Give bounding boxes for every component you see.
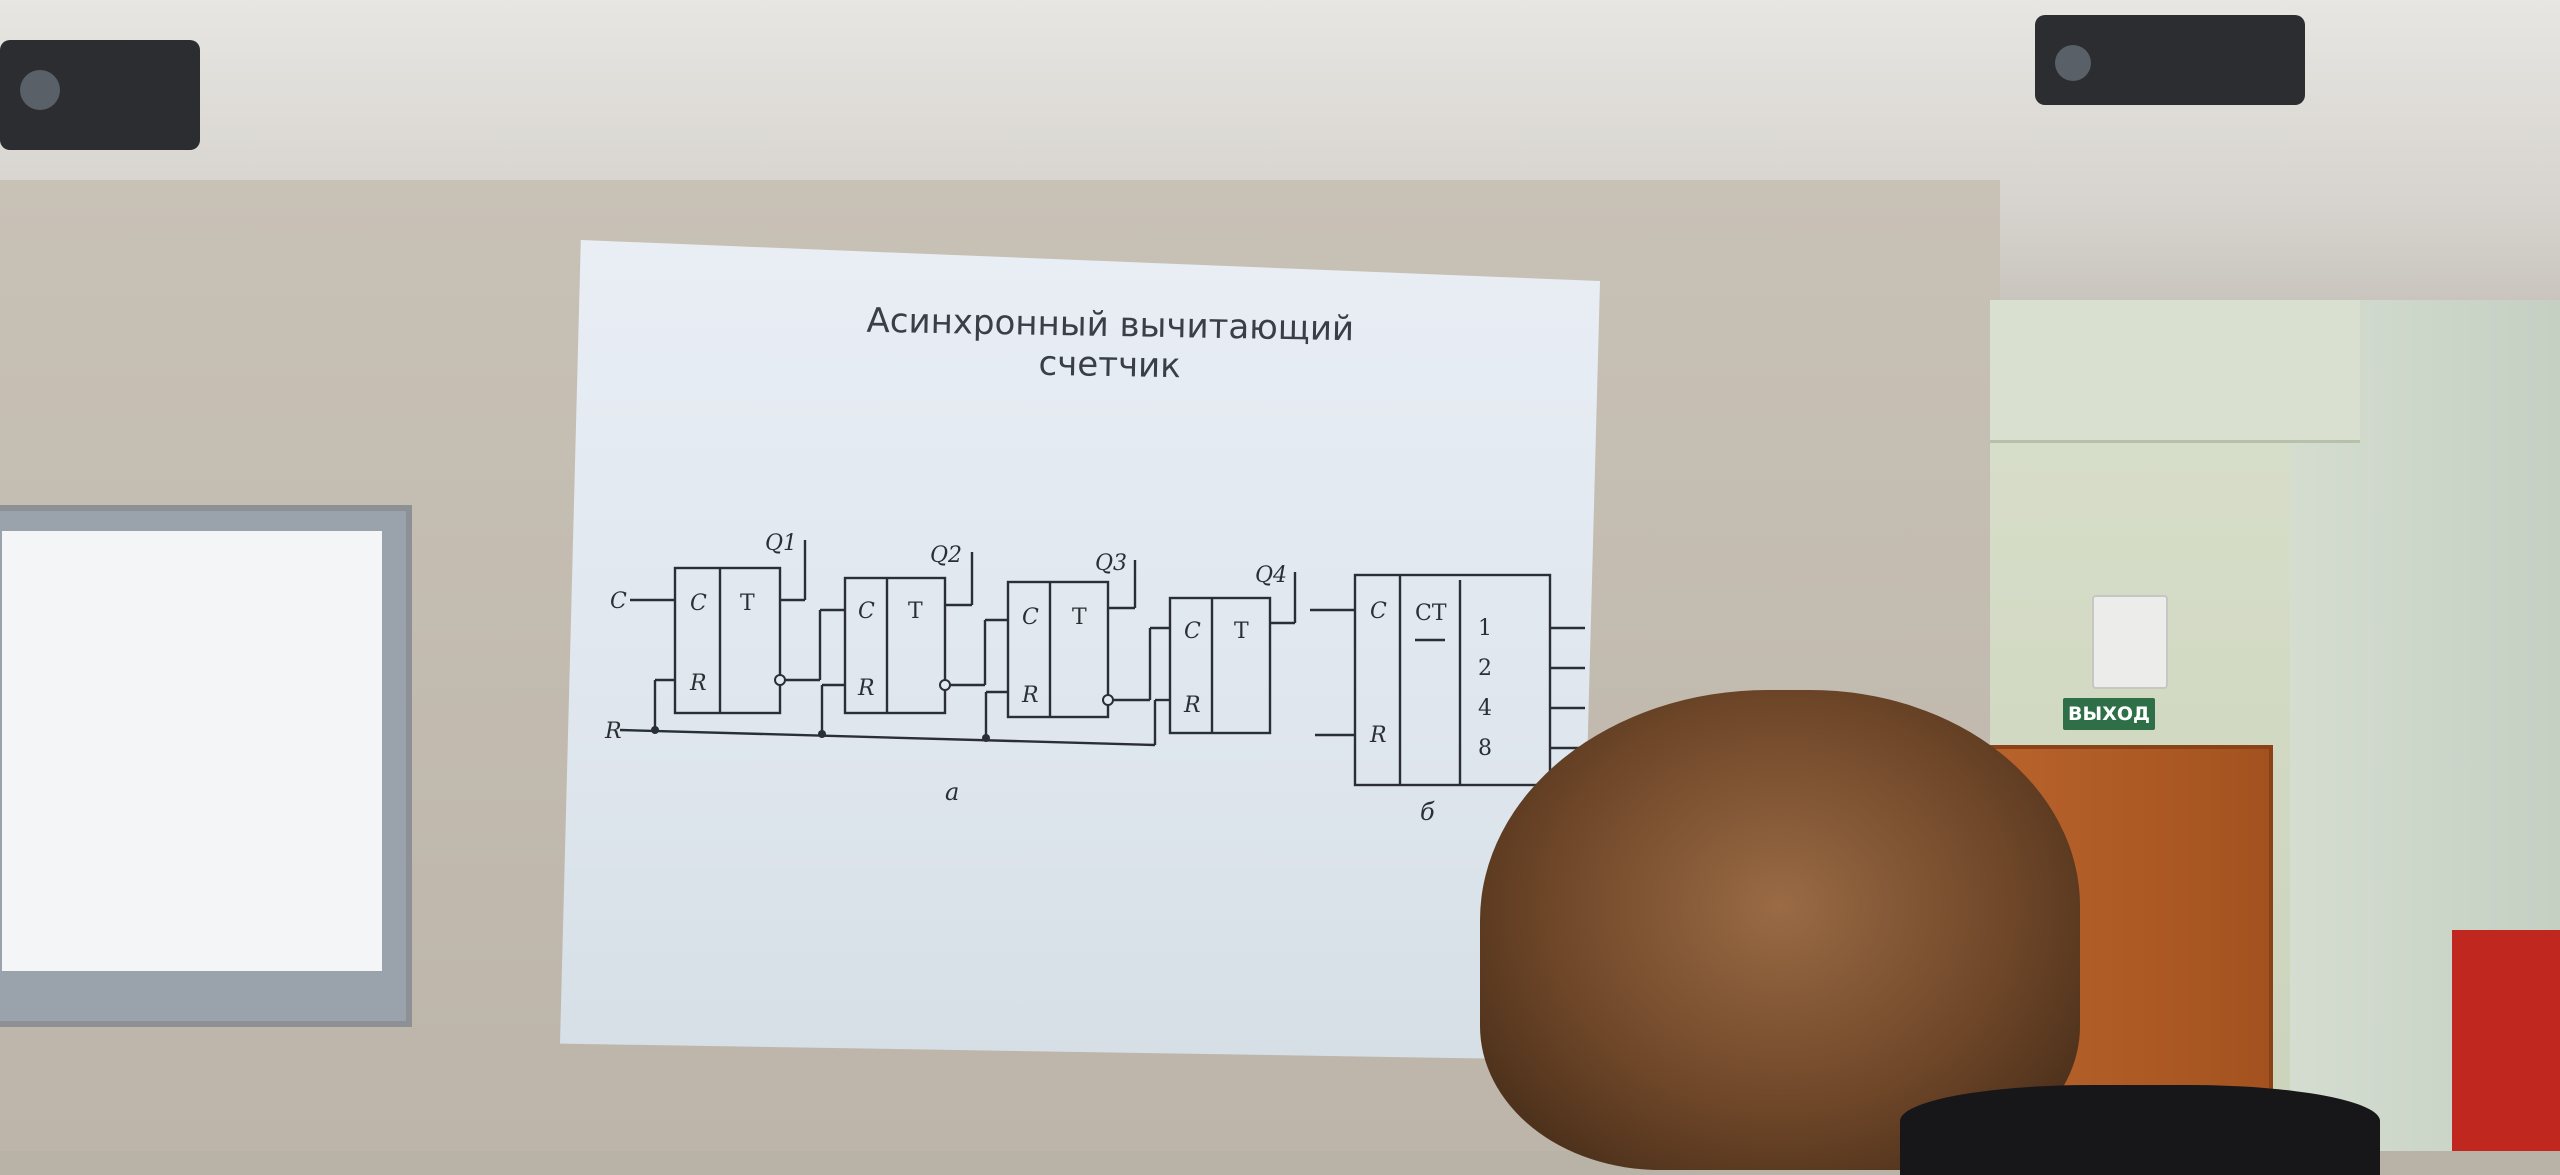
projector-left xyxy=(0,40,200,150)
wall-speaker xyxy=(2092,595,2168,689)
q1-label: Q1 xyxy=(765,531,797,556)
fire-cabinet xyxy=(2452,930,2560,1151)
q3-label: Q3 xyxy=(1095,551,1127,576)
t1-t: T xyxy=(740,591,755,616)
t3-t: T xyxy=(1072,605,1087,630)
q4-label: Q4 xyxy=(1255,563,1287,588)
t2-r: R xyxy=(857,676,875,701)
t1-c: C xyxy=(690,591,707,616)
ct-out-1: 1 xyxy=(1478,616,1492,641)
ct-out-2: 2 xyxy=(1478,656,1492,681)
q2-label: Q2 xyxy=(930,543,962,568)
t3-r: R xyxy=(1021,683,1039,708)
ct-out-8: 8 xyxy=(1478,736,1492,761)
input-c-label: C xyxy=(610,589,627,614)
projector-right xyxy=(2035,15,2305,105)
circuit-diagram: C R C T R C T R C T R C T R Q1 Q2 Q3 Q4 … xyxy=(604,531,1585,826)
caption-b: б xyxy=(1420,798,1435,826)
t3-c: C xyxy=(1022,605,1039,630)
monitor-screen xyxy=(2,531,382,971)
person-hood xyxy=(1900,1085,2380,1175)
ct-r-label: R xyxy=(1369,723,1387,748)
t4-r: R xyxy=(1183,693,1201,718)
caption-a: а xyxy=(945,778,959,806)
exit-sign: ВЫХОД xyxy=(2063,698,2155,730)
ct-label: CT xyxy=(1415,601,1447,626)
t1-r: R xyxy=(689,671,707,696)
t2-c: C xyxy=(858,599,875,624)
ct-out-4: 4 xyxy=(1478,696,1492,721)
t4-t: T xyxy=(1234,619,1249,644)
ct-c-label: C xyxy=(1370,599,1387,624)
slide-title: Асинхронный вычитающий счетчик xyxy=(866,300,1355,387)
t2-t: T xyxy=(908,599,923,624)
input-r-label: R xyxy=(604,719,622,744)
t4-c: C xyxy=(1184,619,1201,644)
ceiling-soffit xyxy=(1990,300,2360,443)
wall-monitor xyxy=(0,505,412,1027)
